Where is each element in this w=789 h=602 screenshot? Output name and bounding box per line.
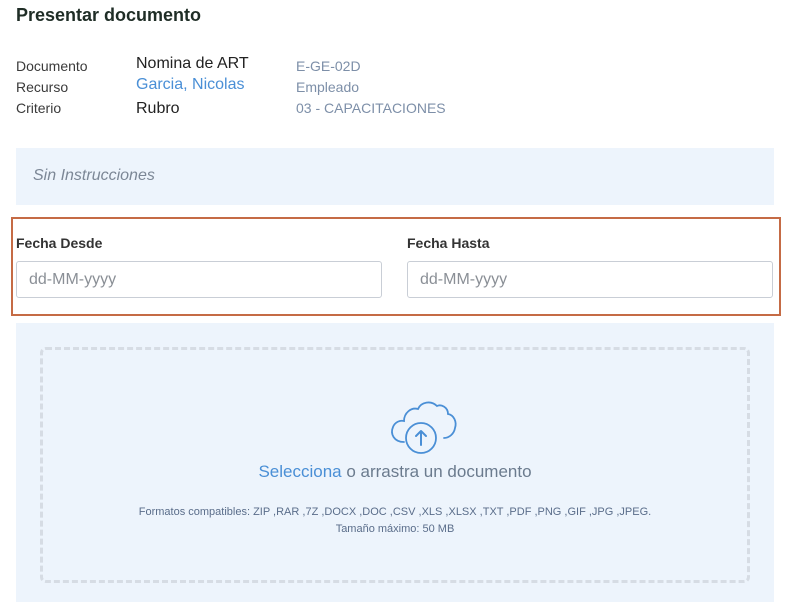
criterio-code: 03 - CAPACITACIONES [296,100,446,116]
cloud-upload-icon [391,401,457,454]
max-file-size: Tamaño máximo: 50 MB [335,523,455,535]
file-dropzone[interactable]: Selecciona o arrastra un documento Forma… [40,347,750,583]
date-range-section: Fecha Desde Fecha Hasta [11,217,781,316]
upload-panel: Selecciona o arrastra un documento Forma… [16,323,774,602]
meta-row-recurso: Recurso Garcia, Nicolas Empleado [16,76,776,97]
criterio-label: Criterio [16,100,62,116]
meta-row-documento: Documento Nomina de ART E-GE-02D [16,55,776,76]
fecha-hasta-input[interactable] [407,261,773,298]
documento-value: Nomina de ART [136,55,249,72]
recurso-link[interactable]: Garcia, Nicolas [136,76,244,94]
meta-row-criterio: Criterio Rubro 03 - CAPACITACIONES [16,97,776,118]
dropzone-prompt: Selecciona o arrastra un documento [43,462,747,482]
instructions-text: Sin Instrucciones [33,167,155,184]
recurso-type: Empleado [296,79,360,95]
page-title: Presentar documento [16,5,202,25]
supported-formats: Formatos compatibles: ZIP ,RAR ,7Z ,DOCX… [138,506,652,518]
instructions-panel: Sin Instrucciones [16,148,774,205]
criterio-value: Rubro [136,100,180,117]
drop-text: o arrastra un documento [341,462,532,481]
document-meta: Documento Nomina de ART E-GE-02D Recurso… [16,55,776,118]
documento-label: Documento [16,58,88,74]
fecha-desde-input[interactable] [16,261,382,298]
documento-code: E-GE-02D [296,58,361,74]
recurso-label: Recurso [16,79,69,95]
fecha-desde-label: Fecha Desde [16,235,103,251]
select-file-link[interactable]: Selecciona [258,462,341,481]
fecha-hasta-label: Fecha Hasta [407,235,490,251]
